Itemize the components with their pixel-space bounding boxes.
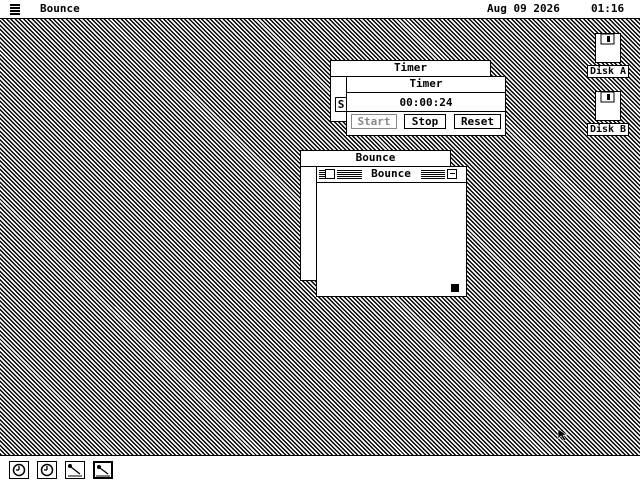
reset-button[interactable]: Reset [454, 114, 501, 129]
timer-titlebar[interactable]: Timer [347, 77, 505, 93]
dock-timer-1[interactable] [9, 461, 29, 479]
titlebar-stripes-left2 [337, 170, 362, 179]
app-menu-title[interactable]: Bounce [40, 3, 80, 15]
dock-bounce-2[interactable] [93, 461, 113, 479]
system-menu-icon[interactable] [10, 4, 20, 15]
zoom-box-icon[interactable] [447, 169, 457, 179]
clock-icon [40, 463, 54, 477]
disk-b-icon [595, 91, 621, 121]
disk-b[interactable]: Disk B [583, 91, 633, 136]
close-box-icon[interactable] [325, 169, 335, 179]
task-bar [0, 455, 640, 480]
bounce-titlebar[interactable]: Bounce [317, 167, 466, 183]
menubar-clock: 01:16 [591, 2, 625, 15]
dock-bounce-1[interactable] [65, 461, 85, 479]
titlebar-stripes-right [421, 170, 445, 179]
clock-icon [12, 463, 26, 477]
stop-button[interactable]: Stop [404, 114, 446, 129]
timer-divider [347, 111, 505, 112]
disk-a-icon [595, 33, 621, 63]
bounce-window[interactable]: Bounce [316, 166, 467, 297]
start-button[interactable]: Start [351, 114, 397, 129]
menubar-date: Aug 09 2026 [487, 2, 560, 15]
timer-display: 00:00:24 [399, 96, 453, 109]
resize-handle-icon[interactable] [451, 284, 459, 292]
disk-a[interactable]: Disk A [583, 33, 633, 78]
bounce-title: Bounce [371, 167, 411, 180]
timer-window[interactable]: Timer 00:00:24 Start Stop Reset [346, 76, 506, 136]
bounce-icon [96, 465, 110, 477]
timer-back-titlebar[interactable]: Timer [331, 61, 490, 77]
bounce-icon [68, 464, 82, 477]
menu-bar: Bounce Aug 09 2026 01:16 [0, 0, 640, 19]
dock-timer-2[interactable] [37, 461, 57, 479]
disk-b-label: Disk B [586, 123, 630, 136]
bounce-back-titlebar[interactable]: Bounce [301, 151, 450, 167]
mouse-pointer-icon [557, 428, 568, 442]
disk-a-label: Disk A [586, 65, 630, 78]
